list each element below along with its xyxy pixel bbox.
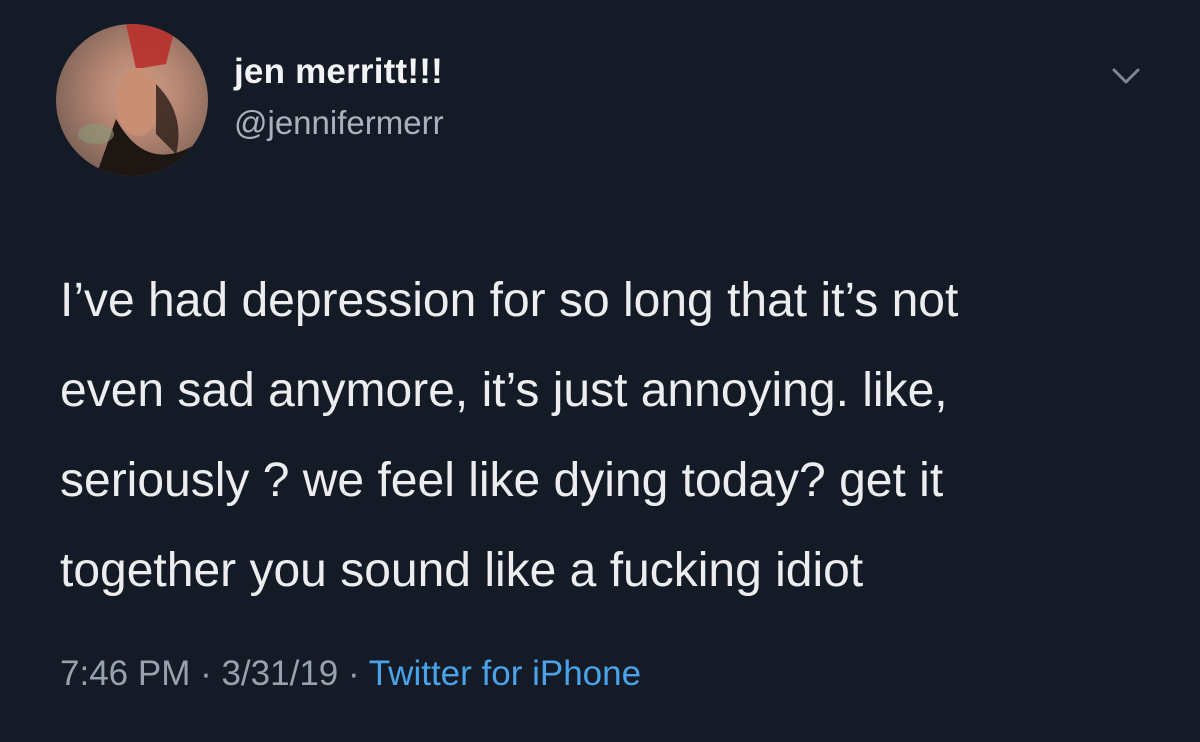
author-display-name[interactable]: jen merritt!!! [234, 52, 443, 92]
tweet-text-line: even sad anymore, it’s just annoying. li… [60, 364, 948, 417]
author-handle[interactable]: @jennifermerr [234, 104, 444, 142]
tweet-text: I’ve had depression for so long that it’… [60, 256, 1170, 616]
avatar-photo [56, 24, 208, 176]
tweet-text-line: together you sound like a fucking idiot [60, 544, 864, 597]
meta-separator: · [338, 654, 369, 693]
tweet-time: 7:46 PM [60, 654, 191, 693]
tweet-card: jen merritt!!! @jennifermerr I’ve had de… [0, 0, 1200, 742]
tweet-date[interactable]: 3/31/19 [221, 654, 338, 693]
meta-separator: · [190, 654, 222, 693]
tweet-metadata: 7:46 PM · 3/31/19 · Twitter for iPhone [60, 654, 641, 694]
avatar[interactable] [56, 24, 208, 176]
chevron-down-icon[interactable] [1108, 64, 1144, 88]
tweet-text-line: seriously ? we feel like dying today? ge… [60, 454, 944, 507]
tweet-text-line: I’ve had depression for so long that it’… [60, 274, 959, 327]
tweet-source-link[interactable]: Twitter for iPhone [369, 654, 641, 693]
